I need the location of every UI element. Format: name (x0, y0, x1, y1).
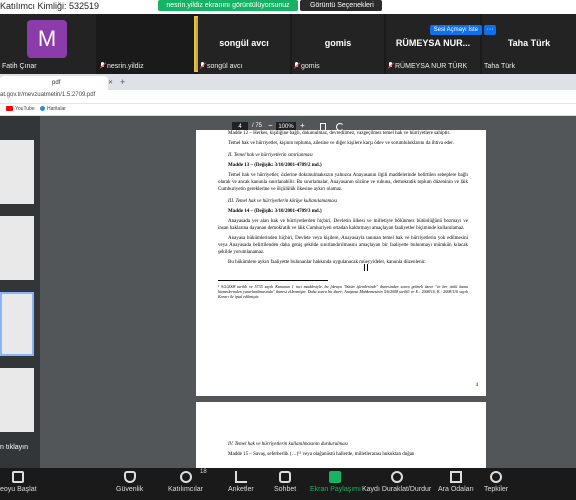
shield-icon (123, 471, 136, 483)
breakout-rooms-button[interactable]: Ara Odaları (438, 471, 474, 493)
paragraph: Bu hükümlere aykırı faaliyette bulunanla… (228, 260, 426, 265)
text-cursor-icon (364, 264, 368, 271)
zoom-window: Katılımcı Kimliği: 532519 nesrin.yildiz … (0, 0, 576, 500)
polls-icon (234, 471, 247, 483)
participant-name: Taha Türk (484, 63, 515, 70)
close-icon[interactable]: ✕ (108, 79, 113, 86)
pdf-page-content: Madde 12 – Herkes, kişiliğine bağlı, dok… (218, 130, 468, 302)
paragraph: Temel hak ve hürriyetler, özlerine dokun… (218, 173, 468, 192)
browser-tab[interactable]: pdf (0, 76, 108, 90)
mic-muted-icon (200, 62, 205, 69)
page-total: / 75 (252, 123, 263, 129)
mic-muted-icon (100, 62, 105, 69)
page-thumbnail[interactable] (0, 140, 34, 204)
section-heading: II. Temel hak ve hürriyetlerin sınırlanm… (228, 153, 313, 158)
breakout-rooms-icon (449, 471, 462, 483)
participant-display-name: gomis (324, 38, 352, 48)
reactions-button[interactable]: Tepkiler (484, 471, 508, 493)
more-options-button[interactable]: ··· (484, 25, 496, 35)
page-thumbnail[interactable] (0, 216, 34, 280)
participant-display-name: songül avcı (219, 38, 269, 48)
reactions-icon (490, 471, 503, 483)
shared-browser-window: pdf ✕ + at.gov.tr/mevzuatmetin/1.5.2709.… (0, 74, 576, 468)
section-heading: IV. Temel hak ve hürriyetlerin kullanılm… (228, 442, 348, 447)
start-video-button[interactable]: eoyu Başlat (0, 471, 37, 493)
polls-button[interactable]: Anketler (228, 471, 254, 493)
participant-tile[interactable]: gomis gomis (292, 14, 384, 74)
paragraph: Madde 15 – Savaş, seferberlik (…)¹² veya… (228, 452, 415, 457)
participant-display-name: RÜMEYSA NUR... (395, 38, 471, 48)
participants-icon (179, 471, 192, 483)
participant-name: gomis (301, 63, 320, 70)
pdf-page: IV. Temel hak ve hürriyetlerin kullanılm… (196, 402, 486, 468)
video-icon (12, 471, 25, 483)
record-button[interactable]: Kaydı Duraklat/Durdur (362, 471, 431, 493)
footnote: ¹ 9/2/2008 tarihli ve 5735 sayılı Kanunu… (218, 284, 468, 299)
section-heading: III. Temel hak ve hürriyetlerin kötüye k… (228, 199, 338, 204)
zoom-out-icon[interactable]: − (268, 121, 273, 130)
participant-tile[interactable]: songül avcı songül avcı (198, 14, 290, 74)
pdf-page: Madde 12 – Herkes, kişiliğine bağlı, dok… (196, 130, 486, 396)
thumbnail-sidebar: n tıklayın (0, 116, 40, 468)
bookmarks-bar: YouTube Haritalar (0, 104, 576, 116)
bookmark-maps[interactable]: Haritalar (40, 106, 66, 112)
thumbnail-hint: n tıklayın (0, 444, 29, 451)
new-tab-icon[interactable]: + (120, 77, 125, 87)
avatar: M (27, 20, 67, 58)
participant-tile[interactable]: Taha Türk Taha Türk (482, 14, 576, 74)
participant-strip: M Fatih Çınar nesrin.yildiz songül avcı … (0, 14, 576, 74)
pdf-page-content: IV. Temel hak ve hürriyetlerin kullanılm… (218, 436, 468, 461)
participant-tile[interactable]: M Fatih Çınar (0, 14, 96, 74)
participant-tile-active-speaker[interactable]: nesrin.yildiz (96, 14, 290, 74)
paragraph: Temel hak ve hürriyetler, kişinin toplum… (228, 141, 454, 146)
tab-bar: pdf ✕ + (0, 74, 576, 90)
paragraph: Madde 12 – Herkes, kişiliğine bağlı, dok… (228, 131, 451, 136)
pdf-viewer: n tıklayın 4 / 75 − 100% + Madde 12 – He… (0, 116, 576, 468)
chat-icon (279, 471, 292, 483)
view-options-button[interactable]: Görüntü Seçenekleri (300, 0, 382, 11)
participant-name: Fatih Çınar (2, 63, 37, 70)
share-screen-icon (329, 471, 342, 483)
mic-muted-icon (294, 62, 299, 69)
zoom-in-icon[interactable]: + (300, 121, 305, 130)
url-text: at.gov.tr/mevzuatmetin/1.5.2709.pdf (0, 92, 96, 98)
bookmark-youtube[interactable]: YouTube (6, 106, 35, 112)
chat-button[interactable]: Sohbet (274, 471, 296, 493)
page-thumbnail[interactable] (0, 368, 34, 432)
address-bar[interactable]: at.gov.tr/mevzuatmetin/1.5.2709.pdf (0, 90, 576, 104)
meeting-id: Katılımcı Kimliği: 532519 (0, 1, 100, 11)
record-icon (390, 471, 403, 483)
share-screen-button[interactable]: Ekran Paylaşımı (310, 471, 361, 493)
share-banner: nesrin.yildiz ekranını görüntülüyorsunuz (158, 0, 298, 11)
article-title: Madde 14 – (Değişik: 3/10/2001-4709/3 md… (228, 209, 322, 214)
meeting-actions: Sesi Açmayı İste ··· (429, 18, 496, 36)
participant-count: 18 (200, 469, 207, 475)
participants-button[interactable]: 18 Katılımcılar (168, 469, 207, 493)
paragraph: Anayasa hükümlerinden hiçbiri, Devlete v… (218, 236, 468, 255)
meeting-toolbar: eoyu Başlat Güvenlik 18 Katılımcılar Ank… (0, 468, 576, 500)
mic-muted-icon (388, 62, 393, 69)
ask-unmute-all-button[interactable]: Sesi Açmayı İste (429, 25, 482, 35)
top-bar: Katılımcı Kimliği: 532519 nesrin.yildiz … (0, 0, 576, 14)
article-title: Madde 13 – (Değişik: 3/10/2001-4709/2 md… (228, 163, 322, 168)
security-button[interactable]: Güvenlik (116, 471, 143, 493)
footnote-divider (218, 280, 328, 281)
page-thumbnail-active[interactable] (0, 292, 34, 356)
participant-display-name: Taha Türk (507, 38, 551, 48)
participant-name: songül avcı (207, 63, 243, 70)
paragraph: Anayasada yer alan hak ve hürriyetlerden… (218, 219, 468, 231)
participant-name: RÜMEYSA NUR TÜRK (395, 63, 468, 70)
participant-name: nesrin.yildiz (107, 63, 144, 70)
page-number: 4 (475, 383, 479, 388)
